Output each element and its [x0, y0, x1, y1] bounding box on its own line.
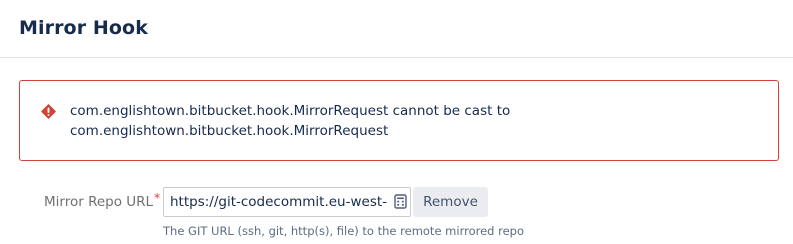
- dialog-title: Mirror Hook: [19, 17, 148, 39]
- error-message-box: com.englishtown.bitbucket.hook.MirrorReq…: [19, 80, 779, 161]
- error-message-text: com.englishtown.bitbucket.hook.MirrorReq…: [70, 103, 511, 139]
- mirror-repo-url-label: Mirror Repo URL*: [44, 191, 161, 211]
- input-helper-icon[interactable]: [394, 194, 407, 209]
- error-icon: [41, 104, 56, 119]
- required-mark: *: [154, 191, 161, 205]
- mirror-repo-url-label-text: Mirror Repo URL: [44, 194, 154, 210]
- mirror-repo-url-input[interactable]: [163, 187, 411, 217]
- mirror-repo-url-help: The GIT URL (ssh, git, http(s), file) to…: [163, 224, 525, 238]
- remove-button[interactable]: Remove: [413, 187, 488, 217]
- dialog-header: Mirror Hook: [0, 0, 793, 58]
